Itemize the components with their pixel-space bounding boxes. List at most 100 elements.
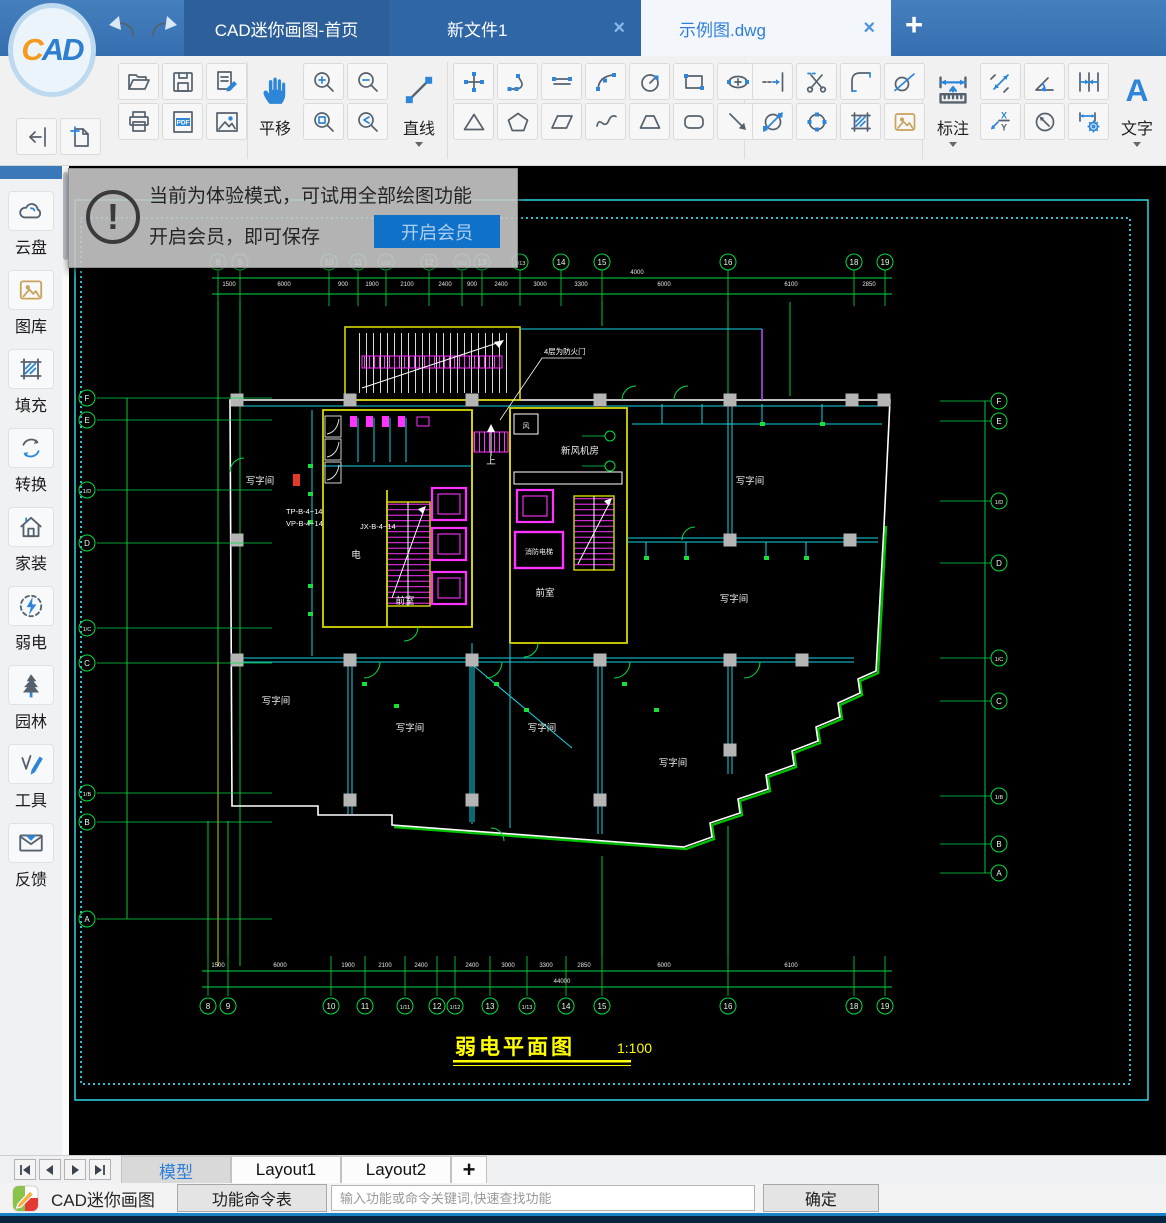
tab-1[interactable]: 新文件1 × xyxy=(389,0,641,56)
first-layout-button[interactable] xyxy=(14,1159,36,1180)
rotate-tool[interactable] xyxy=(752,103,793,140)
angular-dim-tool[interactable] xyxy=(1024,63,1065,100)
tangent-tool[interactable] xyxy=(884,63,925,100)
svg-text:新风机房: 新风机房 xyxy=(561,445,599,457)
imgexp-icon xyxy=(214,109,240,135)
tab-label: 新文件1 xyxy=(447,16,507,41)
open-membership-button[interactable]: 开启会员 xyxy=(374,215,500,248)
forward-arrow-icon xyxy=(148,12,180,42)
node-line-tool[interactable] xyxy=(453,63,494,100)
recttool-icon xyxy=(681,69,707,95)
image-export-button[interactable] xyxy=(206,103,247,140)
parallelogram-tool[interactable] xyxy=(541,103,582,140)
zoom-previous-button[interactable] xyxy=(347,103,388,140)
drawing-canvas-area[interactable]: 8910111/11121/12131/1314151618198910111/… xyxy=(62,166,1166,1155)
trim-tool[interactable] xyxy=(796,63,837,100)
pentagon-tool[interactable] xyxy=(497,103,538,140)
pdf-export-button[interactable]: PDF xyxy=(162,103,203,140)
node-edit-tool[interactable] xyxy=(796,103,837,140)
svg-text:44000: 44000 xyxy=(554,979,571,985)
sidebar-item-gallery[interactable]: 图库 xyxy=(3,270,59,337)
app-mini-logo-icon xyxy=(12,1185,39,1212)
text-tool[interactable]: A文字 xyxy=(1112,68,1162,147)
pan-tool[interactable]: 平移 xyxy=(250,68,300,139)
sidebar-top-strip xyxy=(0,166,62,179)
dimension-tool[interactable]: 标注 xyxy=(928,68,978,147)
trapezoid-tool[interactable] xyxy=(629,103,670,140)
zoom-out-button[interactable] xyxy=(347,63,388,100)
sidebar-item-weak-current[interactable]: 弱电 xyxy=(3,586,59,653)
zoomin-icon xyxy=(311,69,337,95)
layout-tab-layout2[interactable]: Layout2 xyxy=(341,1156,451,1183)
para-icon xyxy=(549,109,575,135)
svg-text:1/12: 1/12 xyxy=(450,1005,461,1011)
sidebar-item-garden[interactable]: 园林 xyxy=(3,665,59,732)
extend-tool[interactable] xyxy=(752,63,793,100)
zoom-in-button[interactable] xyxy=(303,63,344,100)
trim-icon xyxy=(804,69,830,95)
back-button[interactable] xyxy=(104,9,140,45)
forward-button[interactable] xyxy=(146,9,182,45)
new-file-button[interactable] xyxy=(60,118,101,155)
svg-text:3300: 3300 xyxy=(539,963,553,969)
layout-tab-模型[interactable]: 模型 xyxy=(121,1156,231,1183)
canvas-scrollbar[interactable] xyxy=(62,166,69,1155)
hatch-crop-tool[interactable] xyxy=(840,103,881,140)
app-logo[interactable]: CAD xyxy=(8,3,96,97)
sidebar-item-tools[interactable]: 工具 xyxy=(3,744,59,811)
radius-icon xyxy=(1032,109,1058,135)
sidebar-item-fill[interactable]: 填充 xyxy=(3,349,59,416)
command-search-input[interactable] xyxy=(331,1185,755,1211)
floor-plan-drawing[interactable]: 8910111/11121/12131/1314151618198910111/… xyxy=(62,166,1166,1155)
prev-layout-button[interactable] xyxy=(39,1159,61,1180)
trial-banner: ! 当前为体验模式，可试用全部绘图功能 开启会员，即可保存 开启会员 xyxy=(68,168,518,268)
svg-text:电: 电 xyxy=(351,549,361,561)
coordinate-dim-tool[interactable]: XY xyxy=(980,103,1021,140)
save-button[interactable] xyxy=(162,63,203,100)
new-tab-button[interactable]: + xyxy=(891,0,923,56)
next-layout-button[interactable] xyxy=(64,1159,86,1180)
tab-active-2[interactable]: 示例图.dwg× xyxy=(641,0,891,56)
svg-text:2400: 2400 xyxy=(465,963,479,969)
dimgear-icon xyxy=(1076,109,1102,135)
sidebar-item-cloud[interactable]: 云盘 xyxy=(3,191,59,258)
continuous-dim-tool[interactable] xyxy=(1068,63,1109,100)
tab-0[interactable]: CAD迷你画图-首页 xyxy=(184,0,389,56)
svg-text:A: A xyxy=(996,869,1002,878)
sidebar-item-convert[interactable]: 转换 xyxy=(3,428,59,495)
fillet-tool[interactable] xyxy=(840,63,881,100)
rectangle-tool[interactable] xyxy=(673,63,714,100)
double-line-tool[interactable] xyxy=(541,63,582,100)
last-layout-button[interactable] xyxy=(89,1159,111,1180)
svg-text:15: 15 xyxy=(598,258,607,267)
close-tab-icon[interactable]: × xyxy=(613,17,625,40)
open-button[interactable] xyxy=(118,63,159,100)
ok-button[interactable]: 确定 xyxy=(763,1184,879,1212)
svg-text:3300: 3300 xyxy=(574,282,588,288)
save-as-button[interactable] xyxy=(206,63,247,100)
close-tab-icon[interactable]: × xyxy=(863,17,875,40)
exit-button[interactable] xyxy=(16,118,57,155)
svg-text:16: 16 xyxy=(724,258,733,267)
command-list-button[interactable]: 功能命令表 xyxy=(177,1184,327,1212)
print-button[interactable] xyxy=(118,103,159,140)
dim-settings-tool[interactable] xyxy=(1068,103,1109,140)
spline-tool[interactable] xyxy=(585,103,626,140)
aligned-dim-tool[interactable] xyxy=(980,63,1021,100)
sidebar-item-home[interactable]: 家装 xyxy=(3,507,59,574)
layout-tab-layout1[interactable]: Layout1 xyxy=(231,1156,341,1183)
polyline-tool[interactable] xyxy=(497,63,538,100)
zoom-window-button[interactable] xyxy=(303,103,344,140)
line-tool[interactable]: 直线 xyxy=(394,68,444,147)
arc-tool[interactable] xyxy=(585,63,626,100)
circle-tool[interactable] xyxy=(629,63,670,100)
rrect-icon xyxy=(681,109,707,135)
insert-image-tool[interactable] xyxy=(884,103,925,140)
titlebar: CAD CAD迷你画图-首页新文件1×示例图.dwg×+ xyxy=(0,0,1166,56)
triangle-tool[interactable] xyxy=(453,103,494,140)
rounded-rect-tool[interactable] xyxy=(673,103,714,140)
sidebar-item-feedback[interactable]: 反馈 xyxy=(3,823,59,890)
add-layout-button[interactable]: + xyxy=(451,1156,487,1183)
radius-dim-tool[interactable] xyxy=(1024,103,1065,140)
svg-text:写字间: 写字间 xyxy=(736,475,765,487)
